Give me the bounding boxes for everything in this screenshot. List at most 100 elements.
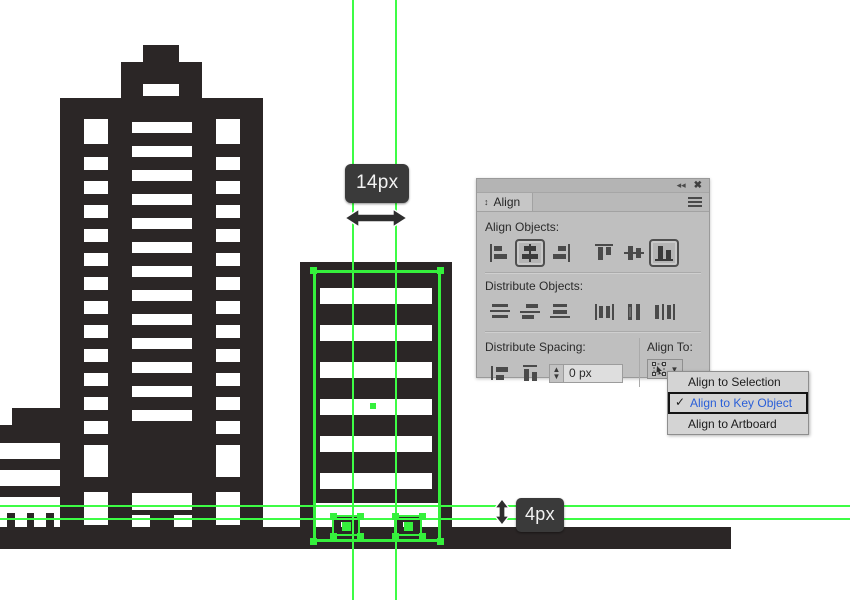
menu-item-label: Align to Selection [688,375,781,389]
door-anchor[interactable] [357,513,364,520]
door-center-right [404,522,413,531]
menu-item-align-to-selection[interactable]: Align to Selection [668,372,808,392]
door-anchor[interactable] [330,533,337,540]
illustration-canvas[interactable]: 14px 4px ◂◂ ✖ ↕ Align Align Objects: Dis… [0,0,850,600]
horizontal-distribute-center-button[interactable] [619,298,649,326]
window [132,194,192,205]
vertical-distribute-top-button[interactable] [485,298,515,326]
menu-item-align-to-artboard[interactable]: Align to Artboard [668,414,808,434]
align-objects-label: Align Objects: [485,220,560,234]
vertical-align-top-button[interactable] [589,239,619,267]
window [84,373,108,386]
tab-align[interactable]: ↕ Align [477,193,534,211]
window [84,119,108,144]
window [216,373,240,386]
close-icon[interactable]: ✖ [694,180,702,191]
window [216,325,240,338]
panel-title-bar[interactable]: ◂◂ ✖ [477,179,709,193]
vertical-distribute-center-button[interactable] [515,298,545,326]
stepper-down-icon[interactable]: ▼ [553,373,561,381]
window [84,301,108,314]
align-objects-buttons[interactable] [485,239,701,267]
window [132,218,192,229]
horizontal-align-right-button[interactable] [545,239,575,267]
door-anchor[interactable] [392,533,399,540]
window [132,242,192,253]
selection-anchor[interactable] [310,267,317,274]
selection-bounding-box[interactable] [313,270,441,542]
selection-anchor[interactable] [437,267,444,274]
window [216,181,240,194]
door-center-left [342,522,351,531]
window [84,492,108,525]
distribute-objects-label: Distribute Objects: [485,279,584,293]
window [132,410,192,421]
window [84,325,108,338]
window [132,362,192,373]
align-to-label: Align To: [647,340,693,354]
window [132,170,192,181]
spacing-stepper[interactable]: ▲ ▼ 0 px [549,363,623,383]
window [216,253,240,266]
align-panel[interactable]: ◂◂ ✖ ↕ Align Align Objects: Distribute O… [476,178,710,387]
window-band [0,470,60,486]
selection-anchor[interactable] [437,538,444,545]
distribute-objects-buttons[interactable] [485,298,701,326]
window-band [0,443,60,459]
window [132,122,192,133]
vertical-align-center-button[interactable] [619,239,649,267]
window [216,349,240,362]
window [216,421,240,434]
window [84,445,108,477]
menu-item-align-to-key-object[interactable]: ✓ Align to Key Object [668,392,808,414]
window [216,205,240,218]
selection-center-point [370,403,376,409]
left-building-upper [12,408,60,425]
fence-gap [15,513,27,527]
door-anchor[interactable] [330,513,337,520]
door-anchor[interactable] [419,533,426,540]
window [84,421,108,434]
door-anchor[interactable] [419,513,426,520]
panel-title: Align [493,195,521,209]
window [132,314,192,325]
panel-tab-row[interactable]: ↕ Align [477,193,709,212]
menu-item-label: Align to Artboard [688,417,777,431]
selection-anchor[interactable] [310,538,317,545]
vertical-measurement-badge: 4px [516,498,564,532]
distribute-spacing-label: Distribute Spacing: [485,340,586,354]
horizontal-align-left-button[interactable] [485,239,515,267]
collapse-icon[interactable]: ◂◂ [677,181,686,190]
fence-gap [34,513,46,527]
window [84,253,108,266]
horizontal-measurement-badge: 14px [345,164,410,203]
hamburger-menu-icon[interactable] [688,197,702,207]
horizontal-align-center-button[interactable] [515,239,545,267]
vertical-distribute-space-button[interactable] [485,359,515,387]
tab-expand-icon: ↕ [484,196,489,207]
window [216,301,240,314]
fence-gap [0,513,7,527]
door-anchor[interactable] [392,513,399,520]
window [84,229,108,242]
horizontal-distribute-space-button[interactable] [515,359,545,387]
vertical-measure-arrow [491,497,513,531]
window [84,349,108,362]
window [84,277,108,290]
horizontal-measure-arrow [343,205,409,236]
window [216,157,240,170]
window [132,386,192,397]
vertical-distribute-bottom-button[interactable] [545,298,575,326]
vertical-align-bottom-button[interactable] [649,239,679,267]
door-anchor[interactable] [357,533,364,540]
menu-item-label: Align to Key Object [690,396,793,410]
stepper-arrows[interactable]: ▲ ▼ [549,363,563,383]
align-to-dropdown-menu[interactable]: Align to Selection ✓ Align to Key Object… [667,371,809,435]
distribute-spacing-controls[interactable]: ▲ ▼ 0 px [485,359,639,387]
tower-window [143,84,179,96]
horizontal-distribute-left-button[interactable] [589,298,619,326]
horizontal-distribute-right-button[interactable] [649,298,679,326]
window [216,119,240,144]
window [132,290,192,301]
spacing-value-input[interactable]: 0 px [563,363,623,383]
